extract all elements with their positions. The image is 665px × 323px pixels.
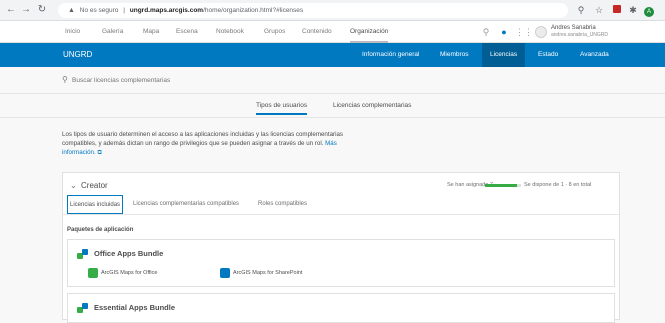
warning-icon: ▲ xyxy=(68,7,75,14)
search-icon: ⚲ xyxy=(62,75,68,84)
security-label: No es seguro xyxy=(79,7,119,14)
user-type-card: ⌄ Creator Se han asignado 7 Se dispone d… xyxy=(62,172,620,323)
external-link-icon[interactable]: ⧉ xyxy=(97,149,101,156)
tab-licencias-incluidas[interactable]: Licencias incluidas xyxy=(67,195,124,214)
tab-avanzada[interactable]: Avanzada xyxy=(572,43,617,67)
user-email: andres.sanabria_UNGRD xyxy=(551,32,608,38)
bundle-icon xyxy=(77,303,88,313)
user-types-description: Los tipos de usuario determinen el acces… xyxy=(62,130,352,157)
search-icon[interactable]: ⚲ xyxy=(480,26,492,38)
available-count: Se dispone de 1 · 8 en total xyxy=(524,182,592,188)
extension-icon[interactable] xyxy=(611,4,623,16)
divider xyxy=(0,117,665,118)
bundle-title: Essential Apps Bundle xyxy=(94,303,175,312)
app-launcher-icon[interactable]: ⋮⋮ xyxy=(515,26,533,38)
tab-tipos-de-usuarios[interactable]: Tipos de usuarios xyxy=(256,100,308,115)
essential-apps-bundle: Essential Apps Bundle xyxy=(67,293,615,323)
office-app-icon xyxy=(88,268,98,278)
arcgis-top-nav: Inicio Galería Mapa Escena Notebook Grup… xyxy=(0,21,665,43)
browser-toolbar: ← → ↻ ▲ No es seguro | ungrd.maps.arcgis… xyxy=(0,0,665,21)
tab-estado[interactable]: Estado xyxy=(530,43,566,67)
url-separator: | xyxy=(123,7,125,14)
forward-arrow-icon[interactable]: → xyxy=(20,4,32,16)
chevron-down-icon[interactable]: ⌄ xyxy=(70,181,77,191)
user-name[interactable]: Andres Sanabria xyxy=(551,25,596,32)
notifications-icon[interactable]: ● xyxy=(498,26,510,38)
bundle-icon xyxy=(77,249,88,259)
nav-galeria[interactable]: Galería xyxy=(102,21,123,43)
tab-licencias-complementarias[interactable]: Licencias complementarias xyxy=(333,100,411,115)
sharepoint-app-icon xyxy=(220,268,230,278)
nav-mapa[interactable]: Mapa xyxy=(143,21,159,43)
office-apps-bundle: Office Apps Bundle ArcGIS Maps for Offic… xyxy=(67,239,615,287)
tab-licencias[interactable]: Licencias xyxy=(482,43,526,67)
nav-notebook[interactable]: Notebook xyxy=(216,21,244,43)
profile-icon[interactable]: A xyxy=(643,4,655,17)
user-type-title[interactable]: Creator xyxy=(81,181,108,191)
tab-miembros[interactable]: Miembros xyxy=(432,43,477,67)
nav-escena[interactable]: Escena xyxy=(176,21,198,43)
organization-bar: UNGRD Información general Miembros Licen… xyxy=(0,43,665,67)
app-label: ArcGIS Maps for Office xyxy=(101,270,158,276)
org-name: UNGRD xyxy=(63,50,93,59)
license-progress-fill xyxy=(485,184,517,187)
url-path: /home/organization.html?#licenses xyxy=(203,7,304,14)
nav-grupos[interactable]: Grupos xyxy=(264,21,285,43)
bundle-title: Office Apps Bundle xyxy=(94,249,164,258)
license-search-input[interactable] xyxy=(72,73,372,87)
nav-contenido[interactable]: Contenido xyxy=(302,21,332,43)
reload-icon[interactable]: ↻ xyxy=(36,4,48,16)
tab-informacion-general[interactable]: Información general xyxy=(354,43,427,67)
tab-licencias-compatibles[interactable]: Licencias complementarias compatibles xyxy=(131,195,241,214)
address-bar[interactable]: ▲ No es seguro | ungrd.maps.arcgis.com/h… xyxy=(58,3,568,18)
packages-heading: Paquetes de aplicación xyxy=(67,227,134,233)
url-host: ungrd.maps.arcgis.com xyxy=(129,7,204,14)
zoom-icon[interactable]: ⚲ xyxy=(575,4,587,16)
license-progress-bar xyxy=(485,184,521,187)
divider xyxy=(63,214,619,215)
puzzle-icon[interactable]: ✱ xyxy=(627,4,639,16)
tab-roles-compatibles[interactable]: Roles compatibles xyxy=(256,195,309,214)
bookmark-star-icon[interactable]: ☆ xyxy=(593,4,605,16)
nav-inicio[interactable]: Inicio xyxy=(65,21,80,43)
description-text: Los tipos de usuario determinen el acces… xyxy=(62,131,343,147)
back-arrow-icon[interactable]: ← xyxy=(5,4,17,16)
app-label: ArcGIS Maps for SharePoint xyxy=(233,270,303,276)
license-search-row: ⚲ xyxy=(0,67,665,94)
avatar[interactable] xyxy=(535,26,547,38)
nav-organizacion[interactable]: Organización xyxy=(350,21,389,43)
